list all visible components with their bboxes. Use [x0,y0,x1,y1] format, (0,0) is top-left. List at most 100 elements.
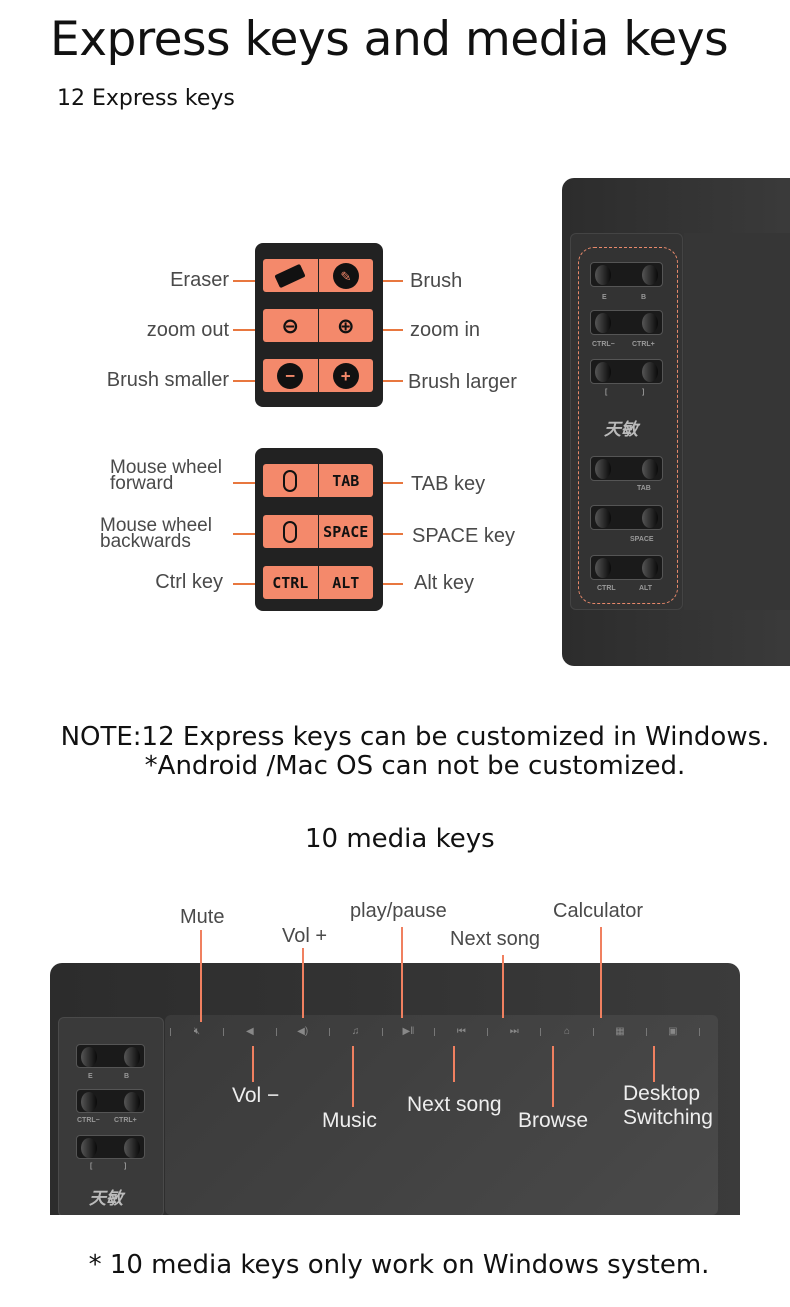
note-line-1: NOTE:12 Express keys can be customized i… [60,722,770,752]
separator [434,1027,436,1036]
home-icon[interactable]: ⌂ [559,1026,575,1037]
callout-line [401,927,403,1018]
callout-line [252,1046,254,1082]
tablet-button-pair [76,1089,145,1113]
brand-logo: 天敏 [89,1189,123,1209]
connector-line [233,380,255,382]
express-keys-panel-1: ✎ ⊖ ⊕ − + [255,243,383,407]
alt-key-label: ALT [332,573,360,592]
tablet-label: [ [90,1163,93,1170]
label-play-pause: play/pause [350,900,447,922]
separator [170,1027,171,1036]
music-icon[interactable]: ♫ [348,1026,364,1037]
key-wheel-forward-tab: TAB [263,464,373,497]
volume-down-icon[interactable]: ◀ [242,1026,258,1037]
callout-line [600,927,602,1018]
connector-line [383,533,403,535]
play-pause-icon[interactable]: ▶‖ [400,1026,416,1037]
separator [222,1027,224,1036]
brush-smaller-icon: − [263,359,319,392]
label-mouse-wheel-backwards: Mouse wheel backwards [100,515,212,552]
eraser-icon [263,259,319,292]
tablet-button-pair [590,456,663,481]
previous-icon[interactable]: ⏮ [453,1026,469,1037]
label-music: Music [322,1109,377,1132]
mouse-wheel-down-icon [263,515,319,548]
media-key-bar: 🔇︎ ◀ ◀) ♫ ▶‖ ⏮ ⏭ ⌂ ▦ ▣ [170,1026,700,1037]
tablet-button-pair [590,310,663,335]
separator [593,1027,594,1036]
label-browse: Browse [518,1109,589,1132]
key-ctrl-alt: CTRL ALT [263,566,373,599]
label-tab-key: TAB key [411,473,486,495]
tablet-label: [ [605,389,608,396]
label-brush-smaller: Brush smaller [106,369,229,391]
tablet-button-pair [590,555,663,580]
tab-key-label: TAB [332,471,360,490]
callout-line [352,1046,354,1107]
next-icon[interactable]: ⏭ [506,1026,522,1037]
connector-line [233,329,255,331]
label-next-song-bottom: Next song [407,1093,502,1116]
label-brush: Brush [410,270,463,292]
tablet-button-pair [76,1135,145,1159]
label-vol-up: Vol + [282,925,328,947]
separator [540,1027,542,1036]
callout-line [552,1046,554,1107]
connector-line [233,280,255,282]
tablet-label: B [124,1073,130,1080]
separator [487,1027,489,1036]
note-line-2: *Android /Mac OS can not be customized. [144,751,686,781]
separator [328,1027,330,1036]
separator [275,1027,277,1036]
connector-line [383,482,403,484]
tablet-label: CTRL− [592,341,615,348]
label-alt-key: Alt key [414,572,475,594]
media-footnote: * 10 media keys only work on Windows sys… [88,1250,710,1280]
page-title: Express keys and media keys [50,12,729,67]
express-heading: 12 Express keys [57,86,235,111]
tablet-label: CTRL+ [632,341,655,348]
key-eraser-brush: ✎ [263,259,373,292]
key-wheel-backward-space: SPACE [263,515,373,548]
label-brush-larger: Brush larger [408,371,517,393]
tablet-label: CTRL+ [114,1117,137,1124]
tablet-label: E [602,294,607,301]
calculator-icon[interactable]: ▦ [612,1026,628,1037]
label-vol-down: Vol − [232,1084,280,1107]
tablet-label: E [88,1073,93,1080]
brush-larger-icon: + [319,359,374,392]
label-next-song-top: Next song [450,928,541,950]
callout-line [502,955,504,1018]
tablet-label: ALT [639,585,653,592]
label-zoom-out: zoom out [146,319,229,341]
callout-line [200,930,202,1022]
label-space-key: SPACE key [412,525,515,547]
label-zoom-in: zoom in [410,319,481,341]
callout-line [653,1046,655,1082]
brand-logo: 天敏 [604,420,638,440]
tablet-button-pair [590,359,663,384]
tablet-label: TAB [637,485,651,492]
tablet-label: B [641,294,647,301]
label-calculator: Calculator [553,900,644,922]
brush-icon: ✎ [319,259,374,292]
label-desktop-switching: Desktop Switching [623,1082,713,1129]
connector-line [383,329,403,331]
tablet-button-pair [590,262,663,287]
space-key-label: SPACE [323,522,369,541]
tablet-button-pair [590,505,663,530]
label-eraser: Eraser [170,269,229,291]
connector-line [383,280,403,282]
volume-up-icon[interactable]: ◀) [295,1026,311,1037]
desktop-icon[interactable]: ▣ [665,1026,681,1037]
tablet-label: ] [124,1163,127,1170]
tablet-label: CTRL− [77,1117,100,1124]
tablet-label: ] [642,389,645,396]
separator [381,1027,383,1036]
callout-line [302,948,304,1018]
label-mouse-wheel-forward: Mouse wheel forward [110,457,222,494]
express-keys-panel-2: TAB SPACE CTRL ALT [255,448,383,611]
connector-line [233,482,255,484]
mute-icon[interactable]: 🔇︎ [189,1026,205,1037]
